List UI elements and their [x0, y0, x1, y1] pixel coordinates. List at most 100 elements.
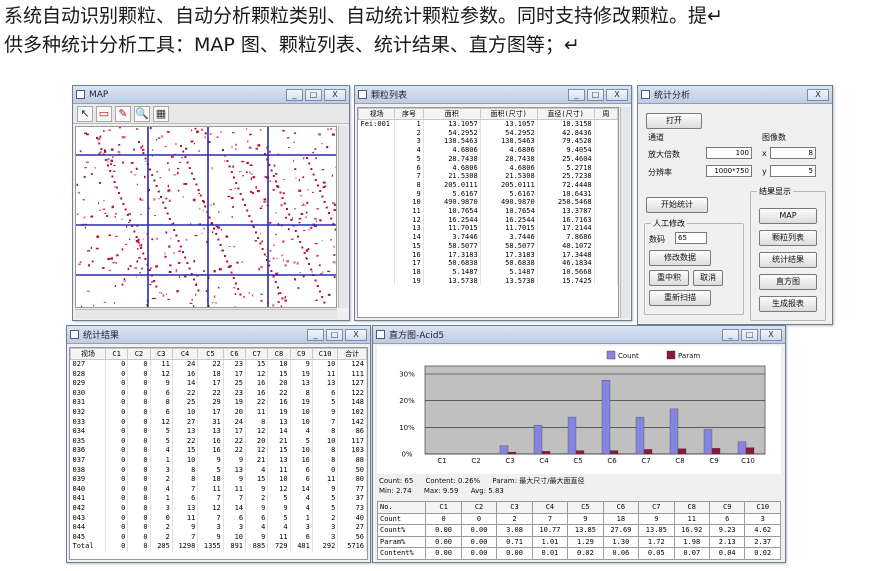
stats-titlebar[interactable]: 统计结果 _ □ X: [67, 326, 370, 344]
rescan-button[interactable]: 重新扫描: [649, 290, 711, 306]
table-row[interactable]: Fei:001 1 13.1057 13.1057 10.3158: [358, 119, 618, 129]
list-vertical-scrollbar[interactable]: [620, 107, 630, 318]
open-button[interactable]: 打开: [646, 113, 702, 129]
column-header[interactable]: 视场: [358, 108, 396, 120]
column-header[interactable]: C3: [149, 348, 173, 360]
map-button[interactable]: MAP: [759, 208, 817, 224]
column-header[interactable]: 面积: [422, 108, 481, 120]
column-header[interactable]: C7: [245, 348, 269, 360]
stats-result-button[interactable]: 统计结果: [759, 252, 817, 268]
table-row[interactable]: 4 4.6806 4.6806 9.4054: [358, 146, 618, 155]
map-vertical-scrollbar[interactable]: [338, 126, 348, 308]
select-rect-tool-icon[interactable]: ▭: [96, 105, 112, 122]
table-row[interactable]: 040 0 0 4 7 11 11 9 12 14 9 77: [70, 484, 367, 495]
table-row[interactable]: 033 0 0 12 27 31 24 8 13 10 7 142: [70, 417, 367, 428]
maximize-button[interactable]: □: [326, 328, 343, 341]
table-row[interactable]: 032 0 0 6 10 17 20 11 19 10 9 102: [70, 407, 367, 418]
column-header[interactable]: 面积(尺寸): [479, 108, 538, 120]
table-row[interactable]: 029 0 0 9 14 17 25 16 20 13 13 127: [70, 379, 367, 389]
table-row[interactable]: 037 0 0 1 10 9 9 21 13 16 8 88: [70, 455, 367, 466]
table-row[interactable]: 044 0 0 2 9 3 3 4 4 3 3 27: [70, 523, 367, 533]
table-row[interactable]: 3 138.5463 138.5463 79.4528: [358, 137, 618, 147]
particle-list-table-container[interactable]: 视场 序号 面积 面积(尺寸) 直径(尺寸) 周 Fei:001 1 13.1057…: [357, 107, 619, 318]
close-button[interactable]: X: [324, 88, 346, 101]
table-row[interactable]: 16 17.3183 17.3183 17.3448: [358, 250, 618, 260]
map-titlebar[interactable]: MAP _ □ X: [73, 86, 349, 104]
table-row[interactable]: 18 5.1487 5.1487 10.5668: [358, 267, 618, 277]
histogram-button[interactable]: 直方图: [759, 274, 817, 290]
pointer-tool-icon[interactable]: ↖: [77, 105, 93, 122]
table-row[interactable]: 10 490.9870 490.9870 250.5468: [358, 198, 618, 208]
minimize-button[interactable]: _: [568, 88, 585, 101]
maximize-button[interactable]: □: [587, 88, 604, 101]
table-row[interactable]: 11 10.7654 10.7654 13.3787: [358, 207, 618, 216]
table-row[interactable]: 034 0 0 5 13 13 17 12 14 4 8 86: [70, 427, 367, 437]
table-row[interactable]: 043 0 0 0 11 7 6 6 5 1 2 40: [70, 513, 367, 524]
map-horizontal-scrollbar[interactable]: [75, 309, 337, 319]
cancel-button[interactable]: 取消: [693, 270, 723, 286]
start-stats-button[interactable]: 开始统计: [646, 197, 708, 213]
table-row[interactable]: 19 13.5738 13.5738 15.7425: [358, 276, 618, 286]
column-header[interactable]: C1: [104, 348, 129, 360]
column-header[interactable]: 周: [593, 108, 618, 120]
pen-tool-icon[interactable]: ✎: [115, 105, 131, 122]
table-row[interactable]: 9 5.6167 5.6167 10.6431: [358, 189, 618, 199]
table-row[interactable]: 030 0 0 6 22 22 23 16 22 8 6 122: [70, 388, 367, 399]
zoom-tool-icon[interactable]: 🔍: [134, 105, 150, 122]
close-button[interactable]: X: [606, 88, 628, 101]
table-row[interactable]: 036 0 0 4 15 16 22 12 15 10 8 103: [70, 446, 367, 456]
column-header[interactable]: C4: [171, 348, 199, 360]
minimize-button[interactable]: _: [722, 328, 739, 341]
column-header[interactable]: 序号: [394, 108, 424, 120]
close-button[interactable]: X: [807, 88, 829, 101]
histogram-titlebar[interactable]: 直方图-Acid5 _ □ X: [373, 326, 785, 344]
table-row[interactable]: 2 54.2952 54.2952 42.8436: [358, 128, 618, 138]
table-row[interactable]: 027 0 0 11 24 22 23 15 10 9 10 124: [70, 359, 367, 370]
column-header[interactable]: C8: [267, 348, 291, 360]
table-row[interactable]: 17 50.6838 50.6838 46.1834: [358, 259, 618, 268]
analysis-titlebar[interactable]: 统计分析 X: [638, 86, 832, 104]
table-row[interactable]: Total 0 0 205 1298 1355 891 885 729 481 292 5716: [70, 542, 367, 552]
fields-x-field[interactable]: 8: [770, 147, 816, 159]
fields-y-field[interactable]: 5: [770, 165, 816, 177]
column-header[interactable]: C10: [311, 348, 339, 360]
column-header[interactable]: C5: [197, 348, 224, 360]
map-canvas[interactable]: [75, 126, 337, 308]
table-row[interactable]: 7 21.5308 21.5308 25.7238: [358, 172, 618, 181]
table-row[interactable]: 039 0 0 2 8 18 9 15 10 6 11 80: [70, 475, 367, 485]
column-header[interactable]: C2: [127, 348, 151, 360]
list-titlebar[interactable]: 颗粒列表 _ □ X: [355, 86, 631, 104]
maximize-button[interactable]: □: [305, 88, 322, 101]
table-row[interactable]: 031 0 0 8 25 29 19 22 16 19 5 148: [70, 398, 367, 408]
table-row[interactable]: 5 28.7438 28.7438 25.4604: [358, 154, 618, 164]
column-header[interactable]: 直径(尺寸): [536, 108, 595, 120]
grid-tool-icon[interactable]: ▦: [153, 105, 169, 122]
column-header[interactable]: 视场: [70, 348, 106, 360]
table-row[interactable]: 12 16.2544 16.2544 16.7163: [358, 215, 618, 225]
minimize-button[interactable]: _: [307, 328, 324, 341]
column-header[interactable]: 合计: [337, 348, 367, 360]
recount-button[interactable]: 重中积: [649, 270, 689, 286]
table-row[interactable]: 15 58.5077 58.5077 40.1072: [358, 241, 618, 251]
modify-data-button[interactable]: 修改数据: [649, 250, 711, 266]
table-row[interactable]: 14 3.7446 3.7446 7.8686: [358, 233, 618, 242]
particle-list-button[interactable]: 颗粒列表: [759, 230, 817, 246]
table-row[interactable]: 045 0 0 2 7 9 10 9 11 6 3 56: [70, 532, 367, 543]
table-row[interactable]: 035 0 0 5 22 16 22 20 21 5 10 117: [70, 436, 367, 447]
resolution-field[interactable]: 1000*750: [706, 165, 752, 177]
maximize-button[interactable]: □: [741, 328, 758, 341]
generate-report-button[interactable]: 生成报表: [759, 296, 817, 312]
table-row[interactable]: 041 0 0 1 6 7 7 2 5 4 5 37: [70, 494, 367, 504]
stats-table-container[interactable]: 视场 C1 C2 C3 C4 C5 C6 C7 C8 C9 C10 合计 027 0 0 11 24 22 23 1…: [69, 347, 368, 560]
table-row[interactable]: 028 0 0 12 16 18 17 12 15 19 11 111: [70, 369, 367, 380]
magnification-field[interactable]: 100: [706, 147, 752, 159]
table-row[interactable]: 6 4.6806 4.6806 5.2718: [358, 163, 618, 173]
count-field[interactable]: 65: [675, 232, 707, 244]
table-row[interactable]: 042 0 0 3 13 12 14 9 9 4 5 73: [70, 503, 367, 514]
table-row[interactable]: 13 11.7015 11.7015 17.2144: [358, 224, 618, 234]
close-button[interactable]: X: [345, 328, 367, 341]
table-row[interactable]: 038 0 0 3 8 5 13 4 11 6 0 50: [70, 465, 367, 476]
column-header[interactable]: C6: [222, 348, 247, 360]
close-button[interactable]: X: [760, 328, 782, 341]
minimize-button[interactable]: _: [286, 88, 303, 101]
